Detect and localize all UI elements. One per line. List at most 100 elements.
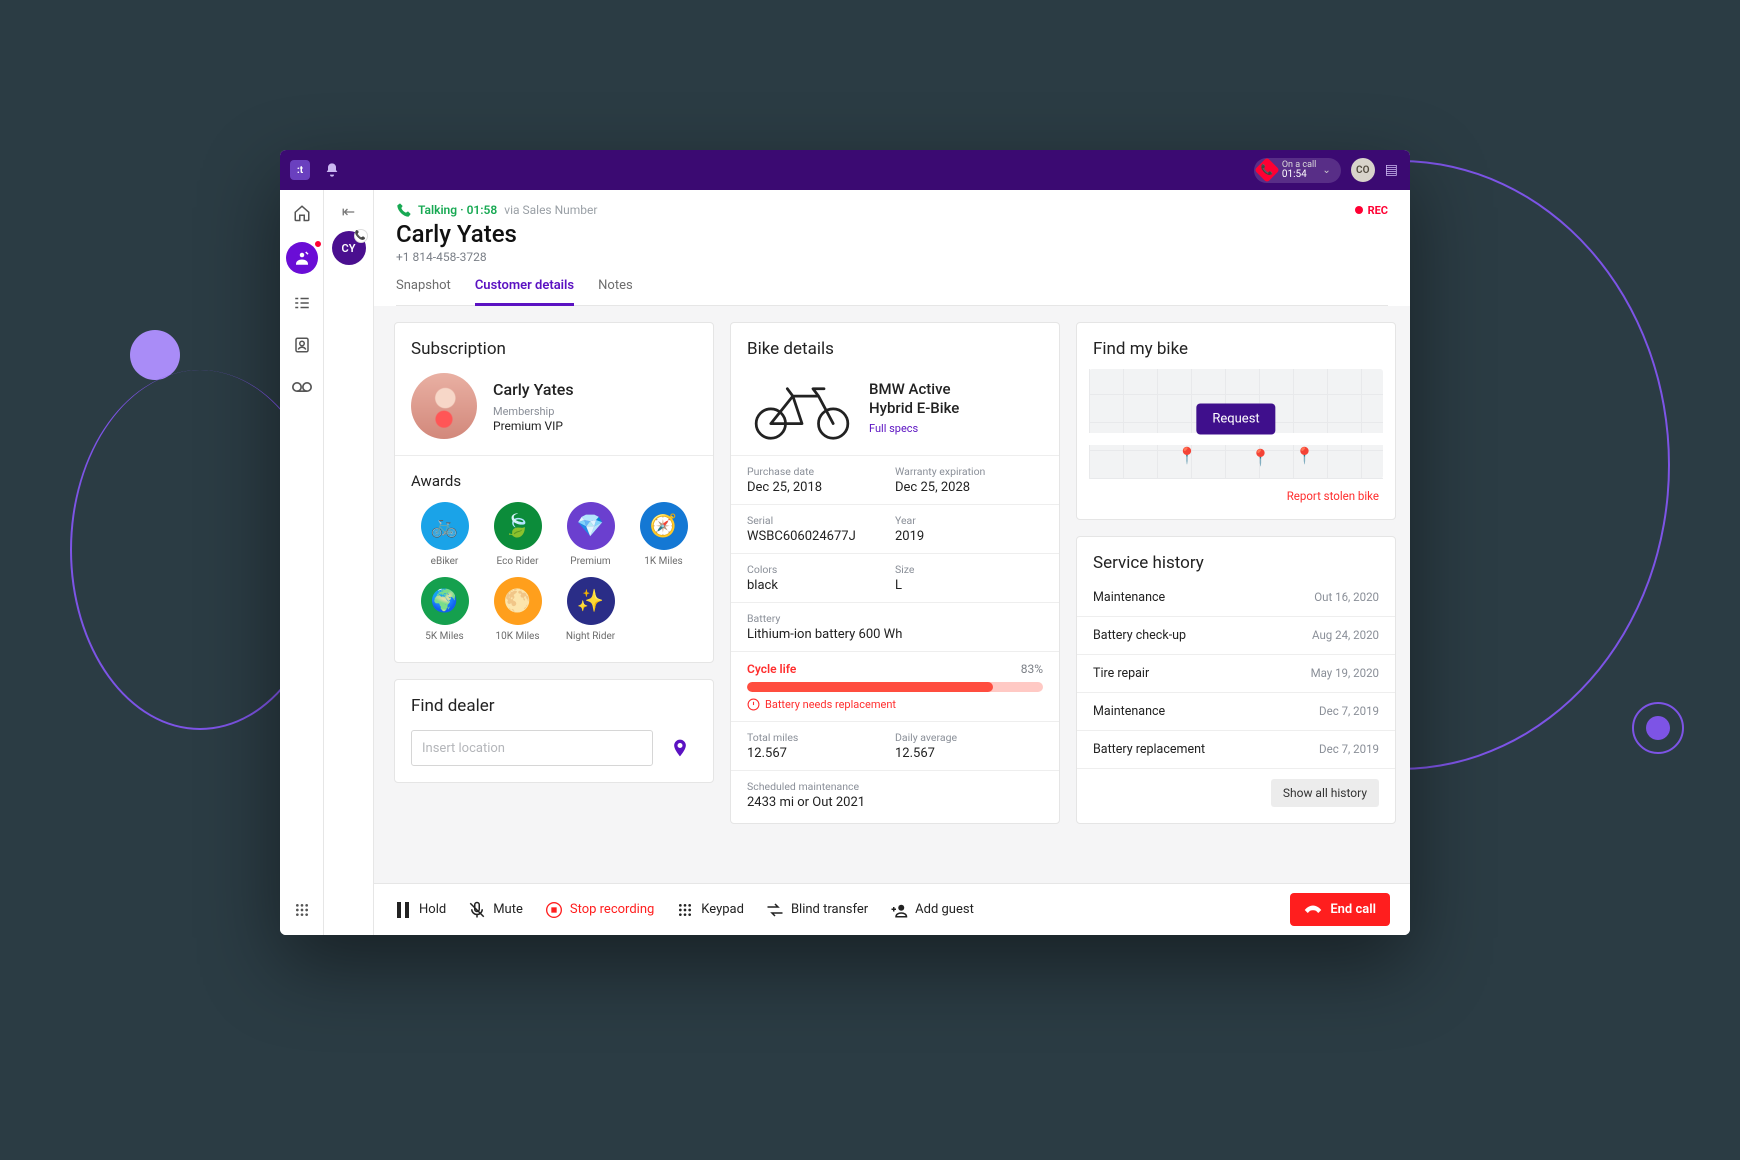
show-all-history-button[interactable]: Show all history [1271, 779, 1379, 807]
award-badge: 🚲 eBiker [413, 502, 477, 567]
bike-details-card: Bike details BMW ActiveHybrid E-Bike Ful… [730, 322, 1060, 824]
location-pin-icon[interactable] [663, 731, 697, 765]
user-avatar[interactable]: CO [1351, 158, 1375, 182]
mic-off-icon [468, 901, 486, 919]
bike-name: BMW ActiveHybrid E-Bike [869, 380, 959, 418]
card-title: Service history [1093, 553, 1379, 573]
dealer-location-input[interactable] [411, 730, 653, 766]
recording-badge: REC [1355, 204, 1388, 217]
customer-name: Carly Yates [396, 220, 1388, 248]
chevron-down-icon: ⌄ [1322, 165, 1330, 176]
collapse-icon[interactable]: ⇤ [342, 202, 355, 221]
nav-rail [280, 190, 324, 935]
customer-phone: +1 814-458-3728 [396, 250, 1388, 264]
award-label: 10K Miles [495, 631, 539, 642]
on-call-pill[interactable]: 📞 On a call 01:54 ⌄ [1254, 158, 1341, 183]
award-badge: 💎Premium [559, 502, 623, 567]
call-indicator-icon: 📞 [354, 229, 368, 243]
award-icon: 🧭 [640, 502, 688, 550]
stop-recording-button[interactable]: Stop recording [545, 901, 654, 919]
request-button[interactable]: Request [1196, 403, 1275, 434]
add-person-icon [890, 901, 908, 919]
awards-title: Awards [411, 472, 697, 490]
keypad-icon [676, 901, 694, 919]
nav-home[interactable] [289, 200, 315, 226]
map[interactable]: 📍 📍 📍 Request [1089, 369, 1383, 479]
service-history-item[interactable]: Battery check-up Aug 24, 2020 [1077, 617, 1395, 655]
service-name: Maintenance [1093, 704, 1165, 719]
nav-apps[interactable] [289, 897, 315, 923]
service-name: Maintenance [1093, 590, 1165, 605]
service-date: Dec 7, 2019 [1319, 704, 1379, 719]
nav-queue[interactable] [289, 290, 315, 316]
keypad-button[interactable]: Keypad [676, 901, 744, 919]
stop-icon [545, 901, 563, 919]
notification-badge [313, 239, 323, 249]
mute-button[interactable]: Mute [468, 901, 523, 919]
call-state: Talking [418, 203, 457, 217]
tab-notes[interactable]: Notes [598, 278, 633, 305]
card-title: Bike details [747, 339, 1043, 359]
card-title: Find dealer [411, 696, 697, 716]
bike-image [747, 373, 857, 443]
award-label: eBiker [431, 556, 459, 567]
nav-agent[interactable] [286, 242, 318, 274]
service-date: Out 16, 2020 [1314, 590, 1379, 605]
nav-voicemail[interactable] [289, 374, 315, 400]
subscription-card: Subscription Carly Yates Membership Prem… [394, 322, 714, 663]
conversation-initials: CY [342, 242, 356, 255]
membership-label: Membership [493, 405, 574, 418]
service-name: Battery replacement [1093, 742, 1205, 757]
report-stolen-link[interactable]: Report stolen bike [1287, 489, 1379, 503]
via-label: via Sales Number [501, 203, 597, 217]
award-icon: 💎 [567, 502, 615, 550]
bell-icon[interactable] [324, 162, 340, 178]
service-name: Battery check-up [1093, 628, 1186, 643]
end-call-button[interactable]: End call [1290, 893, 1390, 926]
award-icon: 🚲 [421, 502, 469, 550]
panel-toggle-icon[interactable]: ▤ [1385, 162, 1398, 178]
find-dealer-card: Find dealer [394, 679, 714, 783]
phone-icon [396, 202, 412, 218]
service-date: Aug 24, 2020 [1312, 628, 1379, 643]
conversation-list: ⇤ CY 📞 [324, 190, 374, 935]
award-label: Night Rider [566, 631, 615, 642]
conversation-item[interactable]: CY 📞 [332, 231, 366, 265]
award-label: 5K Miles [425, 631, 463, 642]
service-date: May 19, 2020 [1311, 666, 1379, 681]
app-window: :t 📞 On a call 01:54 ⌄ CO ▤ [280, 150, 1410, 935]
service-history-item[interactable]: Maintenance Out 16, 2020 [1077, 579, 1395, 617]
award-icon: 🌍 [421, 577, 469, 625]
call-controls: Hold Mute Stop recording Keypad Blind tr… [374, 883, 1410, 935]
service-history-item[interactable]: Maintenance Dec 7, 2019 [1077, 693, 1395, 731]
award-badge: 🍃 Eco Rider [486, 502, 550, 567]
award-label: Eco Rider [497, 556, 539, 567]
nav-contacts[interactable] [289, 332, 315, 358]
service-name: Tire repair [1093, 666, 1149, 681]
award-icon: 🍃 [494, 502, 542, 550]
call-timer: 01:58 [467, 203, 498, 217]
service-history-item[interactable]: Battery replacement Dec 7, 2019 [1077, 731, 1395, 769]
cycle-life: Cycle life83% Battery needs replacement [731, 651, 1059, 721]
hold-button[interactable]: Hold [394, 901, 446, 919]
titlebar: :t 📞 On a call 01:54 ⌄ CO ▤ [280, 150, 1410, 190]
award-badge: 🧭 1K Miles [632, 502, 696, 567]
service-date: Dec 7, 2019 [1319, 742, 1379, 757]
blind-transfer-button[interactable]: Blind transfer [766, 901, 868, 919]
add-guest-button[interactable]: Add guest [890, 901, 974, 919]
award-label: 1K Miles [644, 556, 682, 567]
full-specs-link[interactable]: Full specs [869, 422, 918, 435]
tab-customer-details[interactable]: Customer details [475, 278, 574, 306]
oncall-timer: 01:54 [1282, 170, 1317, 180]
phone-icon: 📞 [1254, 157, 1279, 182]
transfer-icon [766, 901, 784, 919]
customer-avatar [411, 373, 477, 439]
award-badge: 🌍 5K Miles [413, 577, 477, 642]
service-history-item[interactable]: Tire repair May 19, 2020 [1077, 655, 1395, 693]
award-icon: ✨ [567, 577, 615, 625]
award-badge: ✨ Night Rider [559, 577, 623, 642]
app-logo[interactable]: :t [290, 160, 310, 180]
tab-snapshot[interactable]: Snapshot [396, 278, 451, 305]
award-icon: 🌕 [494, 577, 542, 625]
card-title: Subscription [411, 339, 697, 359]
